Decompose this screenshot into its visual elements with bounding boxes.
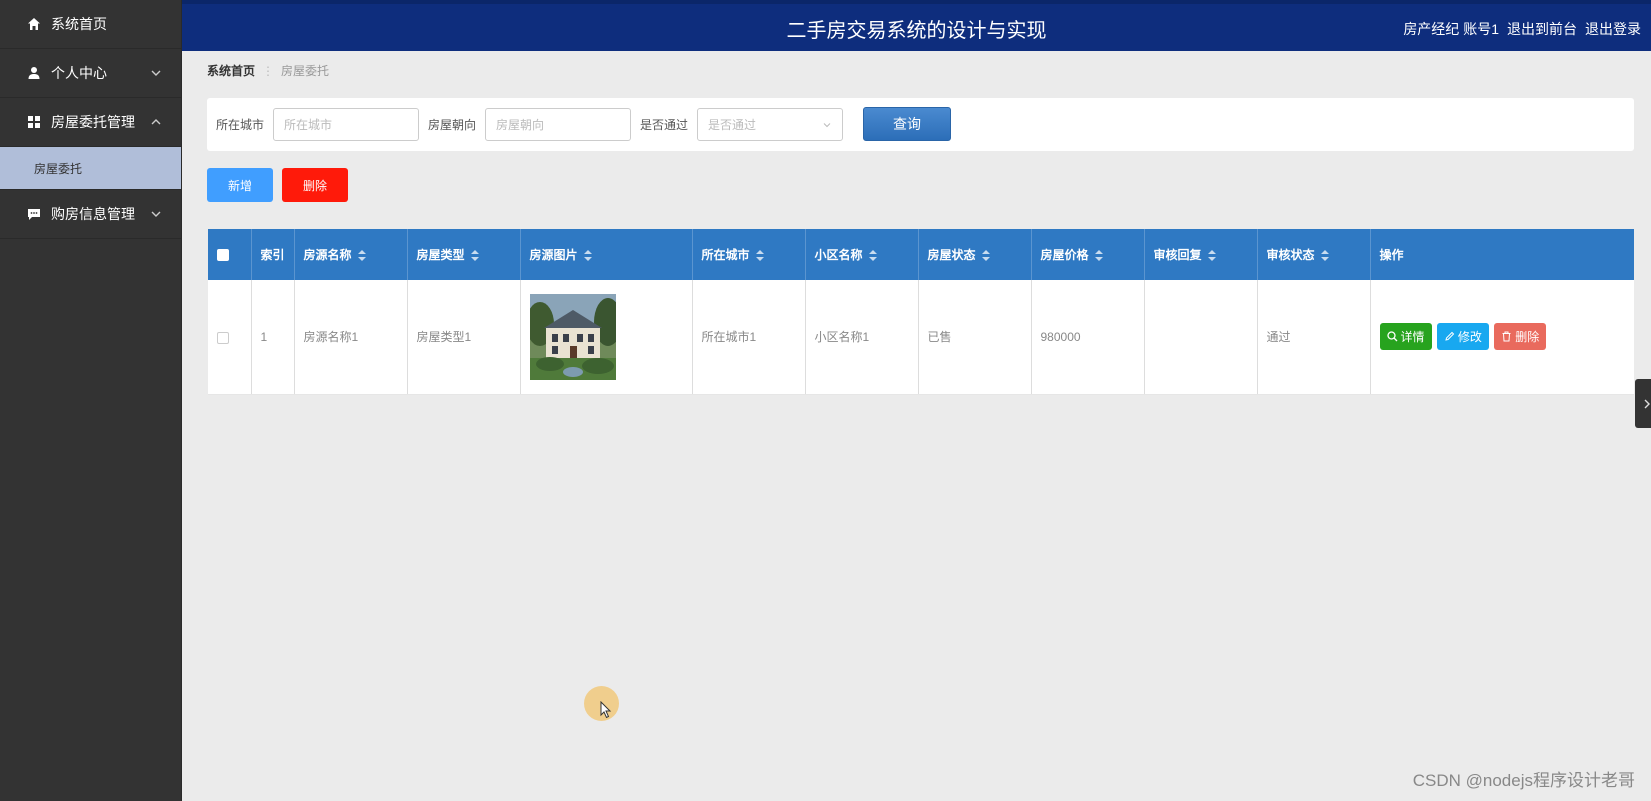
user-role: 房产经纪 账号1 bbox=[1403, 21, 1499, 37]
sidebar-item-home[interactable]: 系统首页 bbox=[0, 0, 181, 49]
detail-label: 详情 bbox=[1400, 330, 1425, 345]
col-header-sortable[interactable]: 审核状态 bbox=[1257, 229, 1371, 280]
row-checkbox-cell[interactable] bbox=[208, 280, 252, 395]
row-checkbox[interactable] bbox=[217, 331, 229, 344]
search-panel: 所在城市 房屋朝向 是否通过 是否通过 查询 bbox=[207, 98, 1634, 151]
row-delete-button[interactable]: 删除 bbox=[1494, 323, 1547, 351]
cell-operations: 详情 修改 删除 bbox=[1370, 280, 1634, 395]
table-header-row: 索引 房源名称 房屋类型 房源图片 所在城市 小区名称 房屋状态 房屋价格 审核… bbox=[208, 229, 1634, 280]
edit-button[interactable]: 修改 bbox=[1436, 323, 1489, 351]
sidebar-subitem-label: 房屋委托 bbox=[34, 161, 83, 176]
add-button[interactable]: 新增 bbox=[207, 168, 273, 202]
col-header-sortable[interactable]: 房屋类型 bbox=[407, 229, 521, 280]
col-header-sortable[interactable]: 所在城市 bbox=[692, 229, 806, 280]
sidebar: 系统首页 个人中心 房屋委托管理 房屋委托 购房信息管理 bbox=[0, 0, 182, 801]
approved-label: 是否通过 bbox=[640, 118, 689, 132]
trash-icon bbox=[1502, 331, 1511, 342]
sidebar-item-label: 系统首页 bbox=[51, 16, 107, 32]
approved-select-placeholder: 是否通过 bbox=[708, 118, 757, 132]
approved-select[interactable]: 是否通过 bbox=[697, 108, 843, 141]
mouse-pointer-icon bbox=[600, 701, 612, 719]
cell-review: 通过 bbox=[1257, 280, 1371, 395]
breadcrumb-home[interactable]: 系统首页 bbox=[207, 62, 255, 79]
grid-icon bbox=[26, 114, 42, 130]
cell-status: 已售 bbox=[918, 280, 1032, 395]
query-button[interactable]: 查询 bbox=[863, 107, 951, 141]
logout-link[interactable]: 退出登录 bbox=[1585, 19, 1641, 39]
chevron-right-icon bbox=[1644, 399, 1650, 408]
drawer-toggle[interactable] bbox=[1635, 379, 1651, 428]
orientation-label: 房屋朝向 bbox=[428, 118, 477, 132]
sort-icon bbox=[755, 250, 764, 262]
select-all-checkbox-cell[interactable] bbox=[208, 229, 252, 280]
sort-icon bbox=[981, 250, 990, 262]
orientation-input[interactable] bbox=[485, 108, 631, 141]
breadcrumb-current: 房屋委托 bbox=[281, 64, 330, 78]
header: 二手房交易系统的设计与实现 房产经纪 账号1 退出到前台 退出登录 bbox=[182, 4, 1651, 51]
sidebar-item-label: 个人中心 bbox=[51, 65, 107, 81]
user-area: 房产经纪 账号1 退出到前台 退出登录 bbox=[1403, 19, 1641, 39]
row-delete-label: 删除 bbox=[1515, 330, 1540, 345]
col-header-sortable[interactable]: 审核回复 bbox=[1144, 229, 1258, 280]
sidebar-item-personal-center[interactable]: 个人中心 bbox=[0, 49, 181, 98]
house-photo[interactable] bbox=[529, 293, 616, 380]
batch-delete-button[interactable]: 删除 bbox=[282, 168, 348, 202]
cell-reply bbox=[1144, 280, 1258, 395]
city-input[interactable] bbox=[273, 108, 419, 141]
chevron-down-icon bbox=[823, 123, 831, 128]
chevron-up-icon bbox=[151, 119, 161, 125]
sort-icon bbox=[1207, 250, 1216, 262]
cell-price: 980000 bbox=[1031, 280, 1145, 395]
sidebar-item-purchase-info-mgmt[interactable]: 购房信息管理 bbox=[0, 190, 181, 239]
city-label: 所在城市 bbox=[216, 118, 265, 132]
home-icon bbox=[26, 16, 42, 32]
sort-icon bbox=[470, 250, 479, 262]
cell-name: 房源名称1 bbox=[294, 280, 408, 395]
sidebar-item-label: 房屋委托管理 bbox=[51, 114, 135, 130]
sort-icon bbox=[1320, 250, 1329, 262]
col-header-sortable[interactable]: 房源图片 bbox=[520, 229, 693, 280]
sidebar-item-house-entrust-mgmt[interactable]: 房屋委托管理 bbox=[0, 98, 181, 147]
cell-image bbox=[520, 280, 693, 395]
chat-icon bbox=[26, 206, 42, 222]
col-header-sortable[interactable]: 房屋状态 bbox=[918, 229, 1032, 280]
col-header-sortable[interactable]: 房屋价格 bbox=[1031, 229, 1145, 280]
search-icon bbox=[1386, 331, 1397, 342]
cell-type: 房屋类型1 bbox=[407, 280, 521, 395]
sort-icon bbox=[357, 250, 366, 262]
col-header: 操作 bbox=[1370, 229, 1634, 280]
col-header-sortable[interactable]: 房源名称 bbox=[294, 229, 408, 280]
data-table: 索引 房源名称 房屋类型 房源图片 所在城市 小区名称 房屋状态 房屋价格 审核… bbox=[208, 229, 1634, 395]
chevron-down-icon bbox=[151, 211, 161, 217]
sort-icon bbox=[583, 250, 592, 262]
chevron-down-icon bbox=[151, 70, 161, 76]
edit-label: 修改 bbox=[1457, 330, 1482, 345]
select-all-checkbox[interactable] bbox=[217, 249, 229, 262]
breadcrumb: 系统首页 ⋮ 房屋委托 bbox=[207, 62, 329, 79]
pencil-icon bbox=[1445, 332, 1455, 341]
sort-icon bbox=[1094, 250, 1103, 262]
sidebar-subitem-house-entrust[interactable]: 房屋委托 bbox=[0, 147, 181, 190]
cell-city: 所在城市1 bbox=[692, 280, 806, 395]
col-header-sortable[interactable]: 小区名称 bbox=[805, 229, 919, 280]
to-frontend-link[interactable]: 退出到前台 bbox=[1507, 19, 1577, 39]
watermark: CSDN @nodejs程序设计老哥 bbox=[1412, 771, 1635, 790]
sidebar-item-label: 购房信息管理 bbox=[51, 206, 135, 222]
table-row: 1 房源名称1 房屋类型1 所在城市1 小区名称1 已售 980000 通过 详… bbox=[208, 280, 1634, 395]
col-header: 索引 bbox=[251, 229, 295, 280]
detail-button[interactable]: 详情 bbox=[1379, 323, 1432, 351]
sort-icon bbox=[868, 250, 877, 262]
user-icon bbox=[26, 65, 42, 81]
cell-index: 1 bbox=[251, 280, 295, 395]
breadcrumb-separator: ⋮ bbox=[262, 63, 275, 78]
cell-community: 小区名称1 bbox=[805, 280, 919, 395]
